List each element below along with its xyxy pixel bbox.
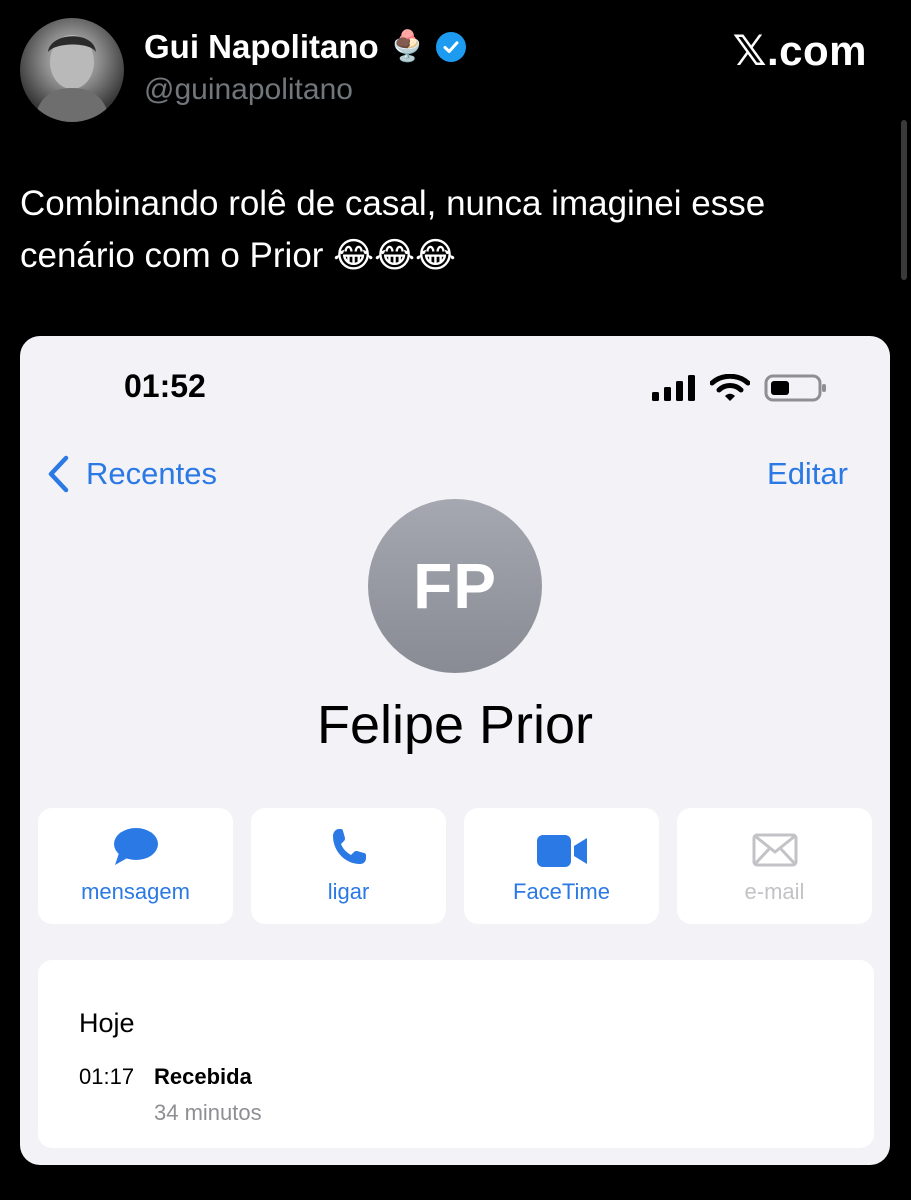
call-button-label: ligar [327,879,370,904]
cellular-signal-icon [652,375,695,401]
status-bar-time: 01:52 [124,368,206,404]
back-button[interactable]: Recentes [46,454,217,494]
facetime-button-label: FaceTime [513,879,610,904]
message-button-label: mensagem [81,879,190,904]
ice-cream-emoji: 🍨 [388,30,427,63]
tweet-text: Combinando rolê de casal, nunca imaginei… [20,184,766,275]
author-handle[interactable]: @guinapolitano [144,73,353,107]
call-type: Recebida [154,1064,252,1089]
video-icon [536,835,587,867]
contact-initials: FP [413,550,497,622]
status-bar-icons [652,374,828,402]
tweet-media-screenshot[interactable]: 01:52 Recentes Editar FP Felipe Prior me… [20,336,890,1165]
author-name[interactable]: Gui Napolitano 🍨 [144,28,467,66]
mail-icon [752,833,797,867]
verified-badge-icon [436,32,467,62]
call-history-card: Hoje 01:17 Recebida 34 minutos [38,960,874,1148]
battery-icon [764,374,826,402]
call-duration: 34 minutos [154,1100,262,1125]
call-button[interactable]: ligar [251,808,446,924]
call-time: 01:17 [79,1064,135,1089]
chevron-left-icon [48,455,69,493]
facetime-button[interactable]: FaceTime [464,808,659,924]
author-name-text: Gui Napolitano [144,28,379,65]
email-button[interactable]: e-mail [677,808,872,924]
scrollbar[interactable] [901,120,907,280]
call-history-day: Hoje [79,1008,135,1038]
contact-avatar: FP [368,499,542,673]
author-avatar[interactable] [20,18,124,122]
contact-actions: mensagem ligar FaceTime e-mail [38,808,872,924]
email-button-label: e-mail [744,879,805,904]
message-icon [113,828,158,865]
contact-name: Felipe Prior [316,695,594,755]
phone-icon [332,829,366,864]
site-label: 𝕏.com [732,27,867,74]
back-button-label: Recentes [86,456,217,491]
wifi-icon [710,374,750,401]
edit-button[interactable]: Editar [767,456,848,492]
message-button[interactable]: mensagem [38,808,233,924]
